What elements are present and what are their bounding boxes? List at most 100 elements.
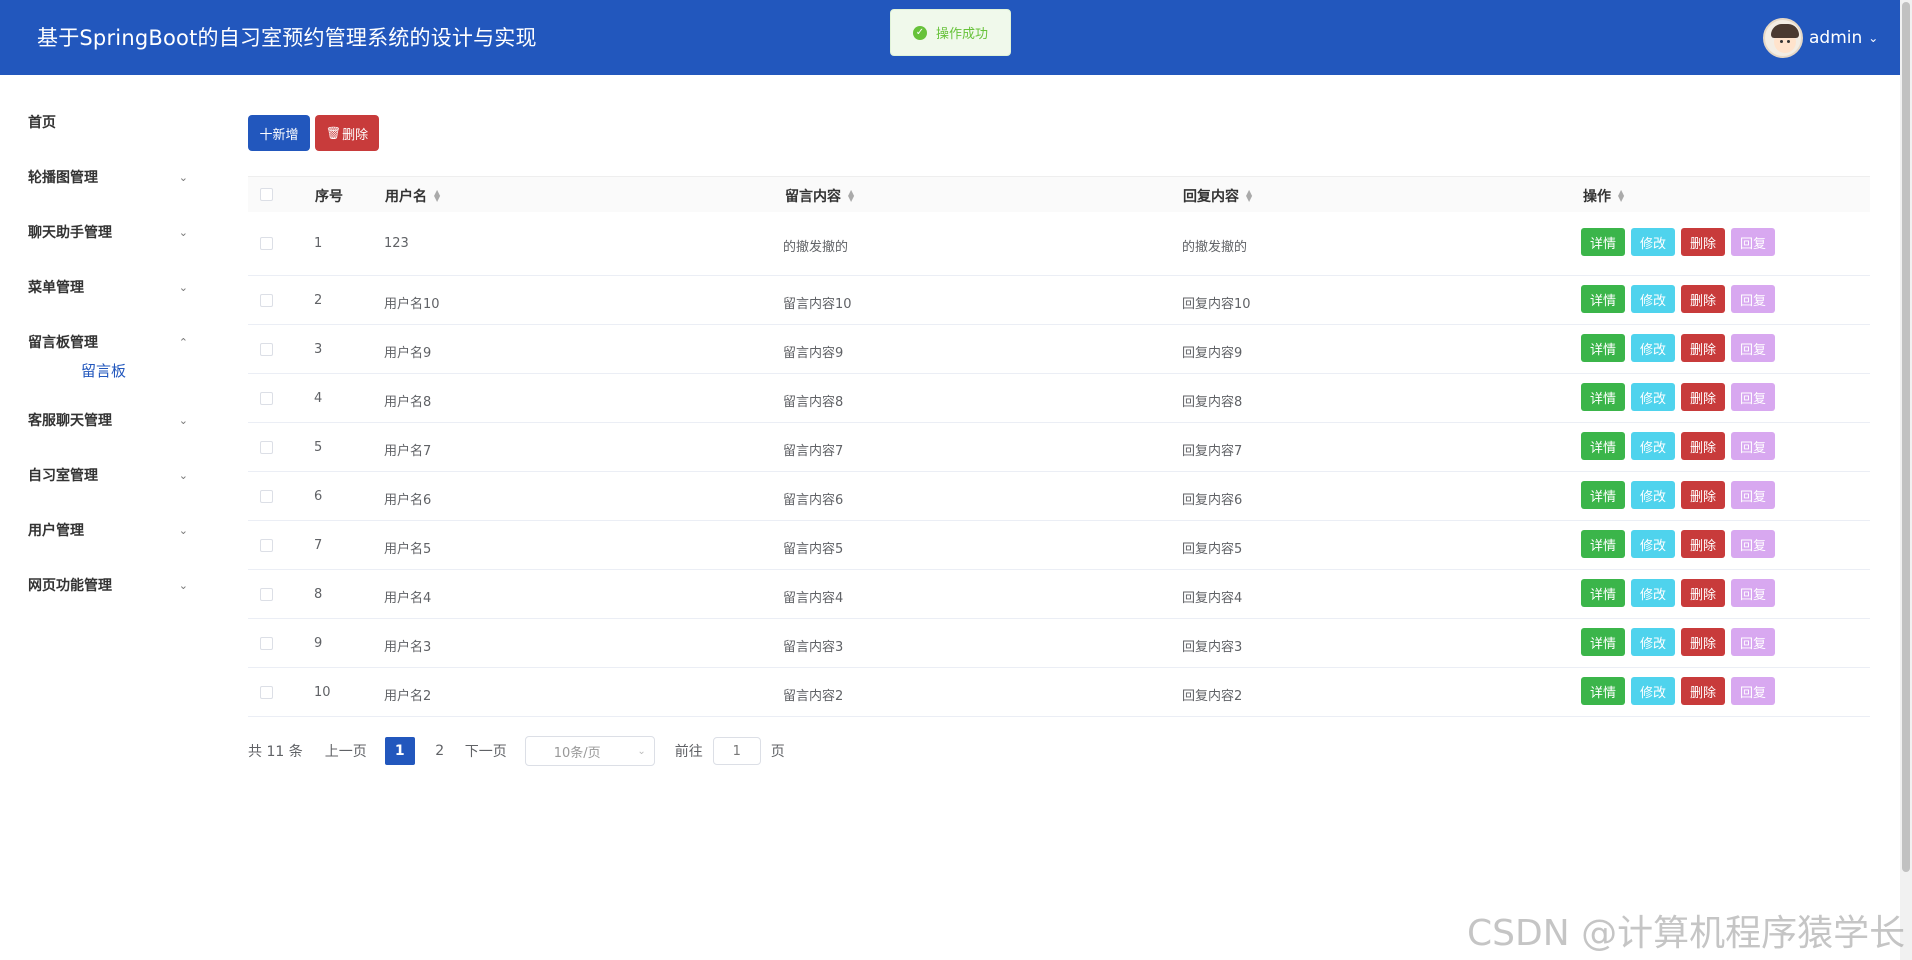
reply-button[interactable]: 回复: [1731, 334, 1775, 362]
cell-message: 留言内容7: [783, 444, 844, 459]
sidebar-item-study-room[interactable]: 自习室管理 ⌄: [28, 460, 188, 490]
row-checkbox[interactable]: [260, 539, 273, 552]
reply-button[interactable]: 回复: [1731, 579, 1775, 607]
edit-button[interactable]: 修改: [1631, 530, 1675, 558]
reply-button[interactable]: 回复: [1731, 481, 1775, 509]
edit-button[interactable]: 修改: [1631, 579, 1675, 607]
sidebar-item-menu[interactable]: 菜单管理 ⌄: [28, 272, 188, 302]
page-scrollbar[interactable]: [1900, 0, 1912, 960]
row-actions: 详情 修改 删除 回复: [1581, 481, 1781, 509]
column-actions: 操作 ▲ ▼: [1583, 186, 1624, 206]
guestbook-table: 序号 用户名 ▲ ▼ 留言内容 ▲ ▼ 回复内容 ▲ ▼ 操作 ▲ ▼ 1 123 的撤发撤…: [248, 176, 1870, 717]
edit-button[interactable]: 修改: [1631, 481, 1675, 509]
cell-index: 7: [314, 538, 323, 553]
detail-button[interactable]: 详情: [1581, 285, 1625, 313]
column-username[interactable]: 用户名 ▲ ▼: [385, 186, 440, 206]
sidebar-item-carousel[interactable]: 轮播图管理 ⌄: [28, 162, 188, 192]
detail-button[interactable]: 详情: [1581, 432, 1625, 460]
detail-button[interactable]: 详情: [1581, 579, 1625, 607]
reply-button[interactable]: 回复: [1731, 228, 1775, 256]
row-delete-button[interactable]: 删除: [1681, 677, 1725, 705]
column-reply[interactable]: 回复内容 ▲ ▼: [1183, 186, 1252, 206]
column-message[interactable]: 留言内容 ▲ ▼: [785, 186, 854, 206]
row-checkbox[interactable]: [260, 686, 273, 699]
sidebar-item-label: 用户管理: [28, 523, 84, 539]
sidebar-subitem-guestbook[interactable]: 留言板: [81, 360, 126, 381]
page-button-1[interactable]: 1: [384, 737, 415, 765]
chevron-down-icon: ⌄: [637, 745, 646, 757]
sidebar-item-web-features[interactable]: 网页功能管理 ⌄: [28, 570, 188, 600]
column-index: 序号: [315, 186, 343, 206]
row-checkbox[interactable]: [260, 343, 273, 356]
reply-button[interactable]: 回复: [1731, 530, 1775, 558]
detail-button[interactable]: 详情: [1581, 530, 1625, 558]
page-unit-label: 页: [770, 744, 785, 760]
table-row: 1 123 的撤发撤的 的撤发撤的 详情 修改 删除 回复: [248, 212, 1870, 276]
goto-page-input[interactable]: 1: [712, 737, 761, 765]
row-delete-button[interactable]: 删除: [1681, 579, 1725, 607]
edit-button[interactable]: 修改: [1631, 334, 1675, 362]
reply-button[interactable]: 回复: [1731, 383, 1775, 411]
row-delete-button[interactable]: 删除: [1681, 530, 1725, 558]
chevron-down-icon: ⌄: [178, 578, 188, 592]
chevron-down-icon: ⌄: [178, 468, 188, 482]
detail-button[interactable]: 详情: [1581, 334, 1625, 362]
row-delete-button[interactable]: 删除: [1681, 383, 1725, 411]
row-delete-button[interactable]: 删除: [1681, 481, 1725, 509]
sidebar-item-home[interactable]: 首页: [28, 107, 188, 137]
row-delete-button[interactable]: 删除: [1681, 628, 1725, 656]
edit-button[interactable]: 修改: [1631, 432, 1675, 460]
detail-button[interactable]: 详情: [1581, 481, 1625, 509]
detail-button[interactable]: 详情: [1581, 628, 1625, 656]
table-body: 1 123 的撤发撤的 的撤发撤的 详情 修改 删除 回复 2 用户名10 留言内容10 回复内容10…: [248, 212, 1870, 717]
cell-reply: 回复内容6: [1182, 493, 1243, 508]
prev-page-button[interactable]: 上一页: [325, 741, 367, 761]
reply-button[interactable]: 回复: [1731, 285, 1775, 313]
row-checkbox[interactable]: [260, 392, 273, 405]
edit-button[interactable]: 修改: [1631, 677, 1675, 705]
detail-button[interactable]: 详情: [1581, 383, 1625, 411]
edit-button[interactable]: 修改: [1631, 628, 1675, 656]
page-size-select[interactable]: 10条/页 ⌄: [524, 736, 655, 766]
row-delete-button[interactable]: 删除: [1681, 285, 1725, 313]
sidebar-item-chat-assistant[interactable]: 聊天助手管理 ⌄: [28, 217, 188, 247]
edit-button[interactable]: 修改: [1631, 228, 1675, 256]
sort-icon[interactable]: ▲ ▼: [848, 189, 854, 203]
table-row: 5 用户名7 留言内容7 回复内容7 详情 修改 删除 回复: [248, 423, 1870, 472]
sidebar-item-guestbook[interactable]: 留言板管理 ⌃: [28, 327, 188, 357]
goto-label: 前往: [674, 744, 703, 760]
user-menu[interactable]: admin ⌄: [1763, 18, 1878, 58]
sort-icon[interactable]: ▲ ▼: [1618, 189, 1624, 203]
sort-icon[interactable]: ▲ ▼: [434, 189, 440, 203]
row-checkbox[interactable]: [260, 237, 273, 250]
add-button[interactable]: 十新增: [248, 115, 310, 151]
reply-button[interactable]: 回复: [1731, 677, 1775, 705]
edit-button[interactable]: 修改: [1631, 285, 1675, 313]
reply-button[interactable]: 回复: [1731, 432, 1775, 460]
avatar[interactable]: [1763, 18, 1803, 58]
edit-button[interactable]: 修改: [1631, 383, 1675, 411]
detail-button[interactable]: 详情: [1581, 677, 1625, 705]
batch-delete-button[interactable]: 🗑 删除: [315, 115, 379, 151]
sidebar-item-service-chat[interactable]: 客服聊天管理 ⌄: [28, 405, 188, 435]
sort-icon[interactable]: ▲ ▼: [1246, 189, 1252, 203]
row-delete-button[interactable]: 删除: [1681, 334, 1725, 362]
row-checkbox[interactable]: [260, 294, 273, 307]
cell-reply: 回复内容7: [1182, 444, 1243, 459]
reply-button[interactable]: 回复: [1731, 628, 1775, 656]
row-checkbox[interactable]: [260, 490, 273, 503]
row-checkbox[interactable]: [260, 441, 273, 454]
sidebar-item-users[interactable]: 用户管理 ⌄: [28, 515, 188, 545]
select-all-checkbox[interactable]: [260, 188, 273, 201]
row-delete-button[interactable]: 删除: [1681, 228, 1725, 256]
cell-message: 的撤发撤的: [783, 240, 849, 255]
page-button-2[interactable]: 2: [425, 737, 455, 765]
username[interactable]: admin: [1809, 28, 1862, 48]
row-checkbox[interactable]: [260, 637, 273, 650]
detail-button[interactable]: 详情: [1581, 228, 1625, 256]
next-page-button[interactable]: 下一页: [465, 741, 507, 761]
scrollbar-thumb[interactable]: [1902, 2, 1910, 872]
chevron-down-icon[interactable]: ⌄: [1868, 31, 1878, 45]
row-delete-button[interactable]: 删除: [1681, 432, 1725, 460]
row-checkbox[interactable]: [260, 588, 273, 601]
